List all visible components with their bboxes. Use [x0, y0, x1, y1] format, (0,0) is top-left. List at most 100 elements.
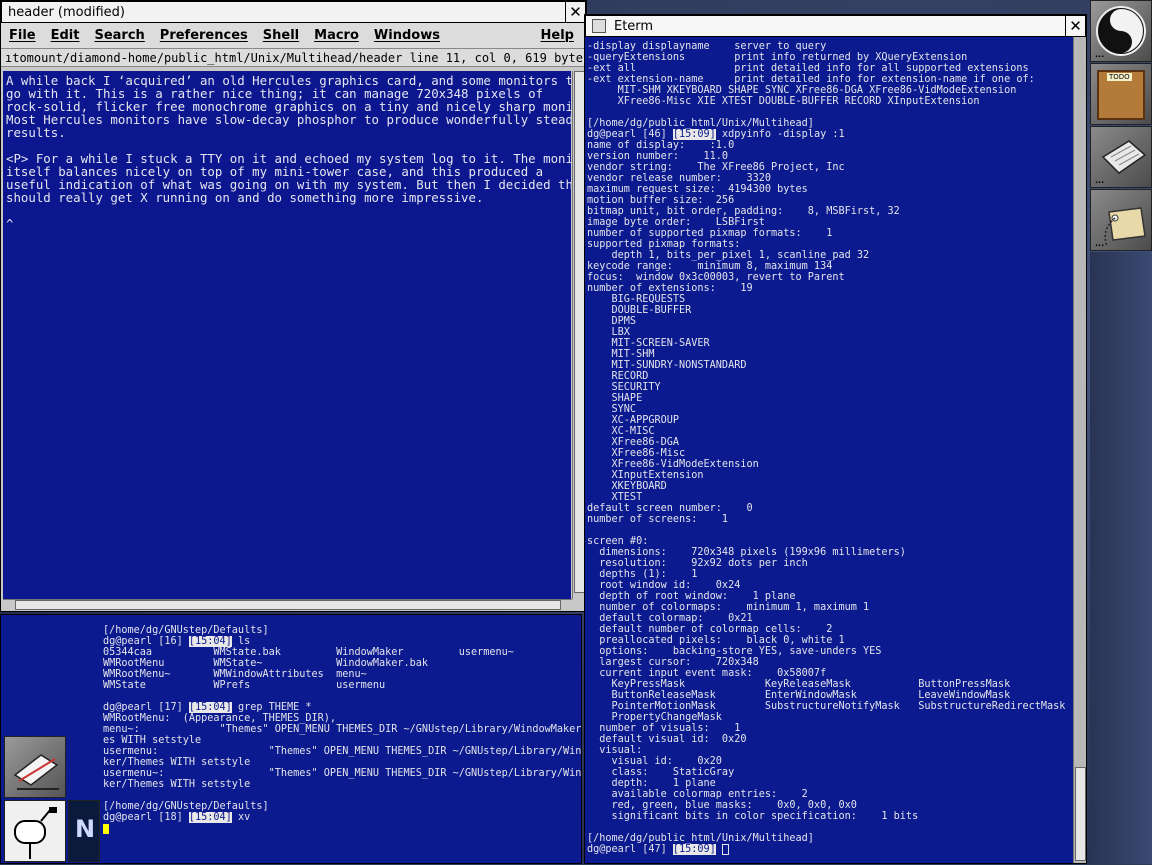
shell-line: usermenu~: "Themes" OPEN_MENU THEMES_DIR… [103, 768, 581, 779]
dock-tile-calculator[interactable]: ... [1090, 126, 1152, 188]
eterm-line: image byte order: LSBFirst [587, 217, 765, 228]
eterm-output[interactable]: -display displayname server to query -que… [587, 41, 1073, 861]
eterm-line: -display displayname server to query [587, 41, 827, 52]
dock-tile-gnustep[interactable]: ... [1090, 0, 1152, 62]
eterm-close-icon[interactable]: ✕ [1065, 16, 1085, 36]
editor-text-area[interactable]: A while back I ‘acquired’ an old Hercule… [3, 71, 571, 599]
eterm-line: options: backing-store YES, save-unders … [587, 646, 882, 657]
eterm-titlebar[interactable]: Eterm ✕ [585, 15, 1086, 37]
dock-tile-netscape[interactable]: N [68, 800, 100, 862]
eterm-prompt-line[interactable]: dg@pearl [47] [15:09] [587, 844, 1073, 855]
shell-line: dg@pearl [17] [15:04] grep THEME * [103, 702, 312, 713]
eterm-line [587, 107, 1073, 118]
editor-window: header (modified) ✕ File Edit Search Pre… [0, 0, 587, 612]
dock-dots: ... [1095, 50, 1105, 59]
eterm-line: maximum request size: 4194300 bytes [587, 184, 808, 195]
eterm-line: available colormap entries: 2 [587, 789, 808, 800]
editor-horizontal-scrollbar[interactable] [3, 599, 572, 610]
eterm-line: XC-APPGROUP [587, 415, 680, 426]
menu-macro[interactable]: Macro [314, 28, 359, 43]
eterm-line: default colormap: 0x21 [587, 613, 753, 624]
eterm-line: version number: 11.0 [587, 151, 729, 162]
eterm-line: XFree86-VidModeExtension [587, 459, 759, 470]
eterm-line: SHAPE [587, 393, 643, 404]
shell-terminal-output[interactable]: [/home/dg/GNUstep/Defaults] dg@pearl [16]… [103, 625, 581, 861]
eterm-line: -ext all print detailed info for all sup… [587, 63, 1029, 74]
eterm-scroll-thumb[interactable] [1075, 767, 1086, 861]
eterm-line: focus: window 0x3c00003, revert to Paren… [587, 272, 845, 283]
eterm-line: dg@pearl [46] [15:09] xdpyinfo -display … [587, 129, 845, 140]
menu-windows[interactable]: Windows [374, 28, 440, 43]
eterm-line: motion buffer size: 256 [587, 195, 735, 206]
eterm-line: XFree86-Misc XIE XTEST DOUBLE-BUFFER REC… [587, 96, 980, 107]
eterm-line: BIG-REQUESTS [587, 294, 686, 305]
eterm-line: PropertyChangeMask [587, 712, 722, 723]
eterm-title: Eterm [614, 18, 654, 34]
dock-dots: ... [1095, 176, 1105, 185]
eterm-line: visual id: 0x20 [587, 756, 722, 767]
eterm-line: depth of root window: 1 plane [587, 591, 796, 602]
editor-close-icon[interactable]: ✕ [565, 2, 585, 22]
eterm-line: name of display: :1.0 [587, 140, 735, 151]
eterm-line: supported pixmap formats: [587, 239, 741, 250]
eterm-line: largest cursor: 720x348 [587, 657, 759, 668]
eterm-line: number of colormaps: minimum 1, maximum … [587, 602, 870, 613]
shell-line: es WITH setstyle [103, 735, 202, 746]
eterm-line: [/home/dg/public_html/Unix/Multihead] [587, 833, 814, 844]
eterm-line: DOUBLE-BUFFER [587, 305, 692, 316]
eterm-line: current input event mask: 0x58007f [587, 668, 827, 679]
editor-hscroll-thumb[interactable] [15, 600, 561, 610]
dock-tile-mailbox[interactable] [4, 800, 66, 862]
menu-edit[interactable]: Edit [51, 28, 80, 43]
eterm-line: LBX [587, 327, 630, 338]
dock-tile-todo[interactable]: TODO [1090, 63, 1152, 125]
eterm-line: [/home/dg/public_html/Unix/Multihead] [587, 118, 814, 129]
eterm-line: XC-MISC [587, 426, 655, 437]
mailbox-icon [14, 807, 57, 859]
eterm-prompt-time: [15:09] [672, 844, 716, 855]
eterm-line: XKEYBOARD [587, 481, 667, 492]
eterm-line: number of visuals: 1 [587, 723, 741, 734]
menu-search[interactable]: Search [94, 28, 144, 43]
eterm-line: SECURITY [587, 382, 661, 393]
shell-line: menu~: "Themes" OPEN_MENU THEMES_DIR ~/G… [103, 724, 581, 735]
dock-dots: ... [1095, 239, 1105, 248]
shell-cursor [103, 824, 109, 834]
menu-help[interactable]: Help [541, 28, 574, 43]
shell-line: [/home/dg/GNUstep/Defaults] [103, 801, 269, 812]
eterm-line: RECORD [587, 371, 649, 382]
editor-status-line: ıtomount/diamond-home/public_html/Unix/M… [1, 49, 586, 67]
eterm-line: keycode range: minimum 8, maximum 134 [587, 261, 833, 272]
eterm-line: depth 1, bits_per_pixel 1, scanline_pad … [587, 250, 870, 261]
eterm-line: MIT-SHM [587, 349, 655, 360]
editor-line: results. [6, 125, 66, 140]
menu-preferences[interactable]: Preferences [160, 28, 248, 43]
eterm-scrollbar[interactable] [1073, 37, 1086, 863]
eterm-line: SYNC [587, 404, 637, 415]
eterm-line: XInputExtension [587, 470, 704, 481]
eterm-line: number of extensions: 19 [587, 283, 753, 294]
shell-line: 05344caa WMState.bak WindowMaker usermen… [103, 647, 514, 658]
envelope-pencil-icon [13, 754, 59, 790]
menu-file[interactable]: File [9, 28, 36, 43]
eterm-cursor [721, 844, 729, 855]
shell-cursor-line[interactable] [103, 823, 581, 834]
dock-tile-mail[interactable] [4, 736, 66, 798]
shell-line: WMRootMenu WMState~ WindowMaker.bak [103, 658, 429, 669]
eterm-line: root window id: 0x24 [587, 580, 741, 591]
eterm-line: significant bits in color specification:… [587, 811, 919, 822]
eterm-icon [592, 19, 606, 33]
menu-shell[interactable]: Shell [263, 28, 299, 43]
dock-tile-tag[interactable]: ... [1090, 189, 1152, 251]
editor-titlebar[interactable]: header (modified) ✕ [1, 1, 586, 23]
eterm-line: depth: 1 plane [587, 778, 716, 789]
eterm-line: MIT-SHM XKEYBOARD SHAPE SYNC XFree86-DGA… [587, 85, 1017, 96]
shell-line: ker/Themes WITH setstyle [103, 757, 251, 768]
eterm-line: depths (1): 1 [587, 569, 698, 580]
dock-empty-slot [1090, 252, 1152, 864]
eterm-window: Eterm ✕ -display displayname server to q… [584, 14, 1087, 864]
eterm-line: PointerMotionMask SubstructureNotifyMask… [587, 701, 1066, 712]
